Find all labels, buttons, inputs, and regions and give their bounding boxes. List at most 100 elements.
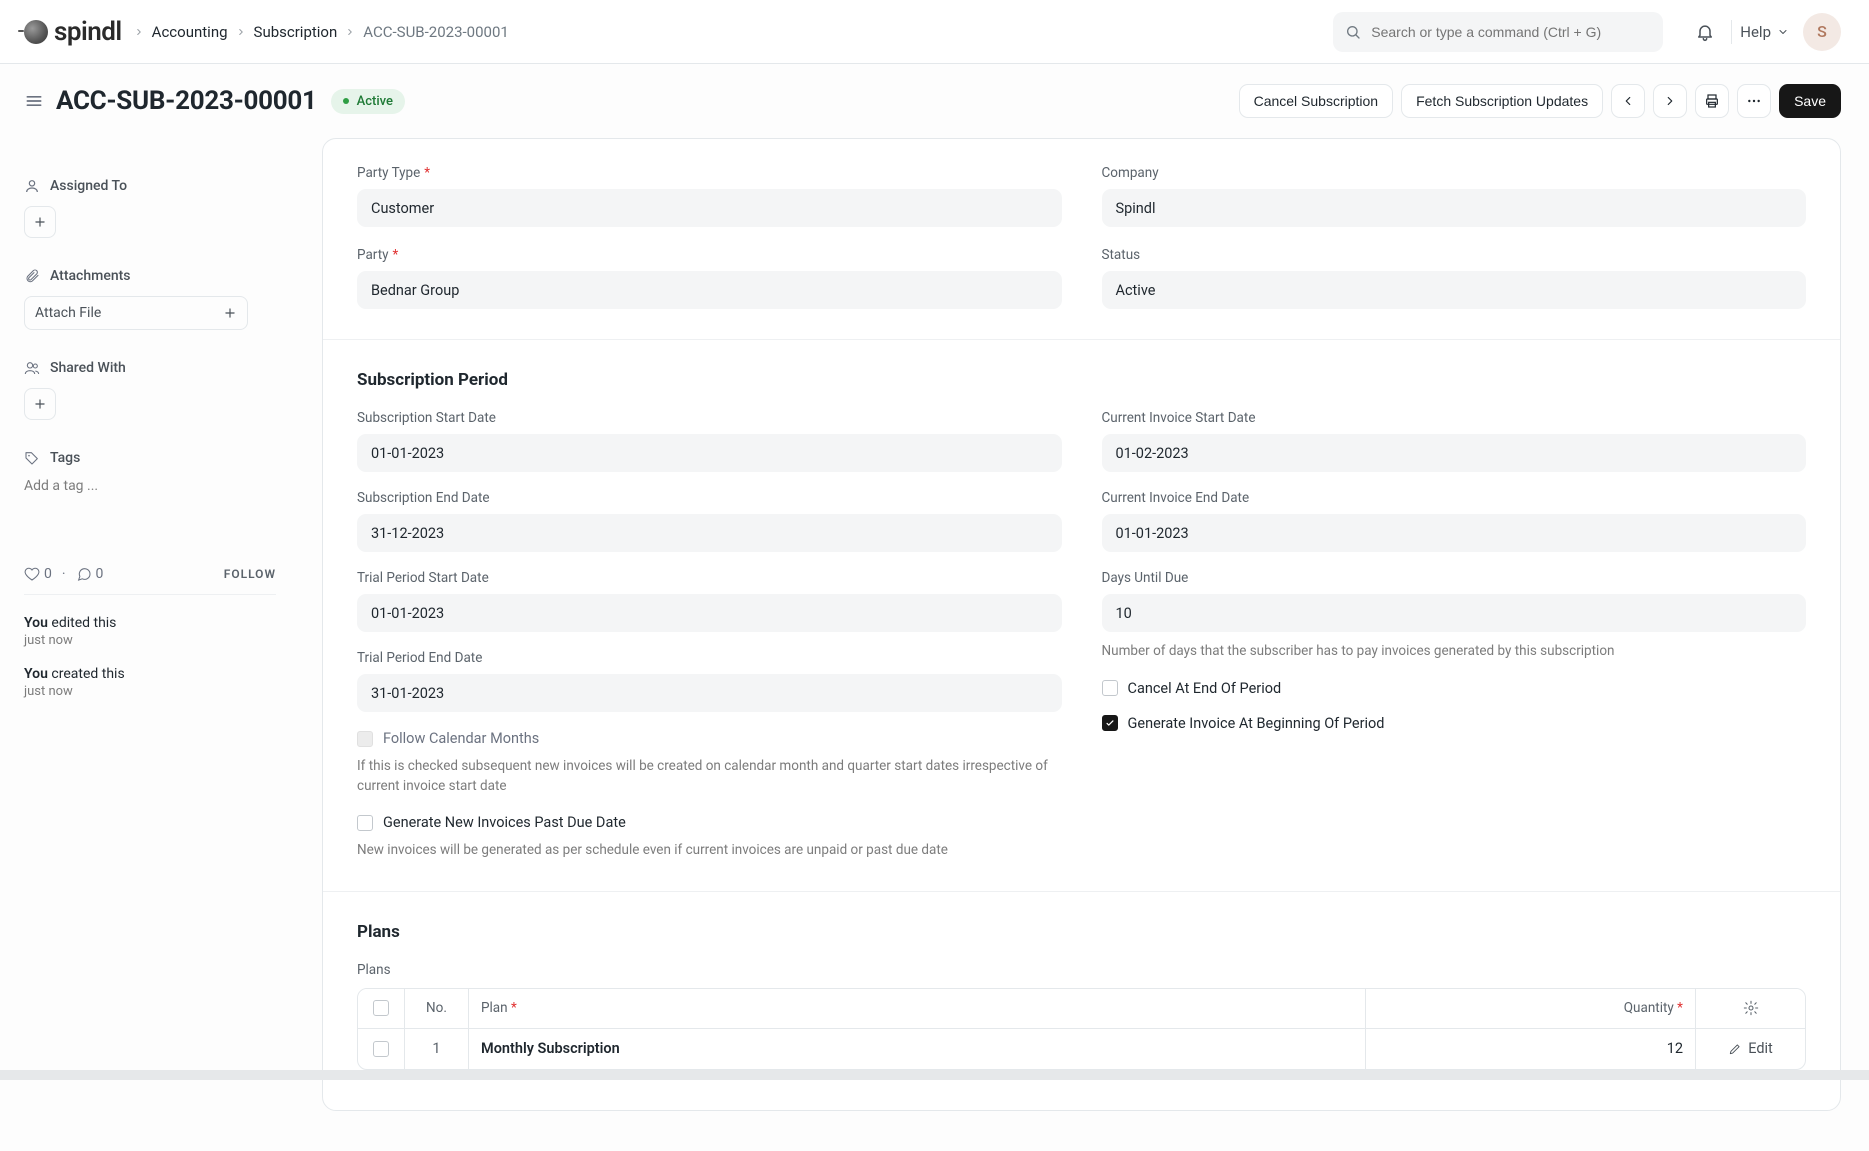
plans-table-settings-button[interactable] xyxy=(1695,989,1805,1028)
add-assignee-button[interactable] xyxy=(24,206,56,238)
follow-calendar-field: Follow Calendar Months If this is checke… xyxy=(357,730,1062,796)
history-item: You created this just now xyxy=(24,666,276,699)
document-sidebar: Assigned To Attachments Attach File Shar… xyxy=(24,138,276,1111)
company-input[interactable]: Spindl xyxy=(1102,189,1807,227)
status-badge: Active xyxy=(331,89,405,114)
comments-count: 0 xyxy=(96,566,104,582)
notifications-button[interactable] xyxy=(1687,14,1723,50)
assigned-to-label: Assigned To xyxy=(50,178,127,194)
trial-start-input[interactable]: 01-01-2023 xyxy=(357,594,1062,632)
days-until-due-input[interactable]: 10 xyxy=(1102,594,1807,632)
plans-header-no: No. xyxy=(404,989,468,1028)
print-button[interactable] xyxy=(1695,84,1729,118)
plus-icon xyxy=(223,306,237,320)
party-input[interactable]: Bednar Group xyxy=(357,271,1062,309)
gear-icon xyxy=(1743,1000,1759,1016)
plus-icon xyxy=(33,215,47,229)
row-select-checkbox[interactable] xyxy=(358,1029,404,1069)
tag-icon xyxy=(24,450,40,466)
plus-icon xyxy=(33,397,47,411)
party-label: Party xyxy=(357,247,389,263)
bell-icon xyxy=(1695,22,1715,42)
follow-button[interactable]: FOLLOW xyxy=(224,567,276,581)
select-all-checkbox[interactable] xyxy=(358,989,404,1028)
quantity-cell[interactable]: 12 xyxy=(1365,1029,1695,1069)
current-invoice-start-input[interactable]: 01-02-2023 xyxy=(1102,434,1807,472)
required-icon: * xyxy=(1677,1000,1683,1016)
user-icon xyxy=(24,178,40,194)
divider xyxy=(323,339,1840,340)
period-left-column: Subscription Start Date 01-01-2023 Subsc… xyxy=(357,410,1062,861)
global-search[interactable] xyxy=(1333,12,1663,52)
save-button[interactable]: Save xyxy=(1779,84,1841,118)
form-card: Party Type* Customer Company Spindl Part… xyxy=(322,138,1841,1111)
current-invoice-end-label: Current Invoice End Date xyxy=(1102,490,1250,506)
prev-record-button[interactable] xyxy=(1611,84,1645,118)
subscription-start-input[interactable]: 01-01-2023 xyxy=(357,434,1062,472)
follow-calendar-checkbox[interactable]: Follow Calendar Months xyxy=(357,730,1062,747)
shared-with-section: Shared With xyxy=(24,360,276,420)
checkbox-icon xyxy=(1102,680,1118,696)
history-time: just now xyxy=(24,684,276,699)
avatar-initial: S xyxy=(1817,22,1827,41)
form-top-grid: Party Type* Customer Company Spindl Part… xyxy=(357,165,1806,309)
tags-label: Tags xyxy=(50,450,80,466)
trial-end-input[interactable]: 31-01-2023 xyxy=(357,674,1062,712)
breadcrumb-accounting[interactable]: Accounting xyxy=(152,23,228,41)
generate-begin-of-period-checkbox[interactable]: Generate Invoice At Beginning Of Period xyxy=(1102,715,1807,732)
days-until-due-label: Days Until Due xyxy=(1102,570,1189,586)
row-edit-button[interactable]: Edit xyxy=(1695,1029,1805,1069)
sidebar-toggle-button[interactable] xyxy=(24,91,44,111)
divider xyxy=(323,891,1840,892)
days-until-due-field: Days Until Due 10 Number of days that th… xyxy=(1102,570,1807,662)
status-input[interactable]: Active xyxy=(1102,271,1807,309)
search-input[interactable] xyxy=(1369,23,1651,41)
plans-header-plan: Plan * xyxy=(468,989,1365,1028)
generate-past-due-checkbox[interactable]: Generate New Invoices Past Due Date xyxy=(357,814,1062,831)
attachments-label: Attachments xyxy=(50,268,130,284)
cancel-end-of-period-checkbox[interactable]: Cancel At End Of Period xyxy=(1102,680,1807,697)
status-field: Status Active xyxy=(1102,247,1807,309)
history-item: You edited this just now xyxy=(24,615,276,648)
activity-bar: 0 · 0 FOLLOW xyxy=(24,554,276,595)
breadcrumb-subscription[interactable]: Subscription xyxy=(254,23,338,41)
cancel-subscription-button[interactable]: Cancel Subscription xyxy=(1239,84,1394,118)
next-record-button[interactable] xyxy=(1653,84,1687,118)
status-label: Status xyxy=(1102,247,1141,263)
heart-icon[interactable]: 0 xyxy=(24,566,52,582)
more-menu-button[interactable] xyxy=(1737,84,1771,118)
current-invoice-end-input[interactable]: 01-01-2023 xyxy=(1102,514,1807,552)
history-action: created this xyxy=(51,666,124,682)
comment-icon[interactable]: 0 xyxy=(76,566,104,582)
company-label: Company xyxy=(1102,165,1159,181)
party-field: Party* Bednar Group xyxy=(357,247,1062,309)
days-until-due-help: Number of days that the subscriber has t… xyxy=(1102,642,1807,662)
generate-past-due-label: Generate New Invoices Past Due Date xyxy=(383,814,626,831)
help-label: Help xyxy=(1740,23,1771,41)
topbar: spindl Accounting Subscription ACC-SUB-2… xyxy=(0,0,1869,64)
assigned-to-section: Assigned To xyxy=(24,178,276,238)
paperclip-icon xyxy=(24,268,40,284)
trial-start-field: Trial Period Start Date 01-01-2023 xyxy=(357,570,1062,632)
fetch-updates-button[interactable]: Fetch Subscription Updates xyxy=(1401,84,1603,118)
likes-count: 0 xyxy=(44,566,52,582)
plan-cell[interactable]: Monthly Subscription xyxy=(468,1029,1365,1069)
required-icon: * xyxy=(393,247,399,263)
attachments-heading: Attachments xyxy=(24,268,276,284)
help-menu[interactable]: Help xyxy=(1740,23,1789,41)
history-time: just now xyxy=(24,633,276,648)
party-type-field: Party Type* Customer xyxy=(357,165,1062,227)
history-who: You xyxy=(24,666,48,682)
party-type-input[interactable]: Customer xyxy=(357,189,1062,227)
plans-table-body: 1 Monthly Subscription 12 Edit xyxy=(358,1029,1805,1069)
divider xyxy=(1731,20,1732,44)
generate-past-due-help: New invoices will be generated as per sc… xyxy=(357,841,1062,861)
user-avatar[interactable]: S xyxy=(1803,13,1841,51)
add-share-button[interactable] xyxy=(24,388,56,420)
generate-begin-label: Generate Invoice At Beginning Of Period xyxy=(1128,715,1385,732)
add-tag-input[interactable]: Add a tag ... xyxy=(24,478,276,494)
logo[interactable]: spindl xyxy=(24,17,122,47)
subscription-end-input[interactable]: 31-12-2023 xyxy=(357,514,1062,552)
chevron-right-icon xyxy=(236,27,246,37)
attach-file-button[interactable]: Attach File xyxy=(24,296,248,330)
